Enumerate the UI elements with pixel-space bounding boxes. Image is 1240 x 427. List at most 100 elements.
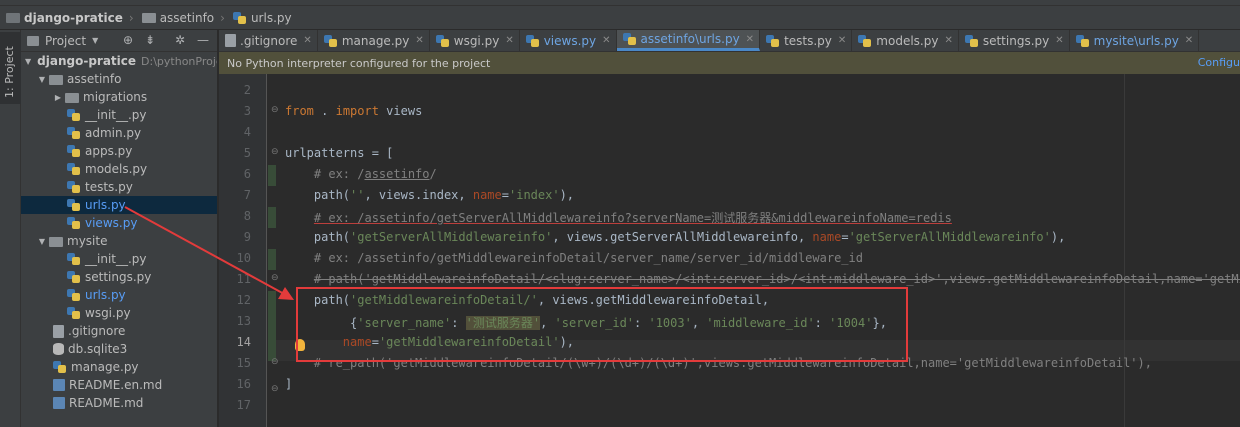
database-file-icon <box>53 343 64 355</box>
tree-item-init[interactable]: __init__.py <box>21 106 217 124</box>
tab-gitignore[interactable]: .gitignore ✕ <box>219 30 318 51</box>
tree-item-label: .gitignore <box>68 324 126 338</box>
tree-item-label: db.sqlite3 <box>68 342 128 356</box>
tree-item-label: wsgi.py <box>85 306 131 320</box>
python-file-icon <box>622 33 637 45</box>
line-number: 7 <box>243 188 251 202</box>
tree-item-label: apps.py <box>85 144 133 158</box>
tree-item-mysite-urls[interactable]: urls.py <box>21 286 217 304</box>
tab-label: .gitignore <box>240 33 298 48</box>
comment-token: assetinfo <box>364 167 430 181</box>
fold-icon[interactable]: ⊖ <box>271 384 279 394</box>
locate-icon[interactable]: ⊕ <box>123 33 133 47</box>
expand-arrow-icon[interactable]: ▼ <box>25 57 31 66</box>
string-token: 'getServerAllMiddlewareinfo' <box>350 230 553 244</box>
tab-tests[interactable]: tests.py ✕ <box>760 30 853 51</box>
tree-item-urls-selected[interactable]: urls.py <box>21 196 217 214</box>
fold-icon[interactable]: ⊖ <box>271 357 279 367</box>
tree-item-gitignore[interactable]: .gitignore <box>21 322 217 340</box>
tab-assetinfo-urls[interactable]: assetinfo\urls.py ✕ <box>616 30 761 51</box>
tree-item-readme-en[interactable]: README.en.md <box>21 376 217 394</box>
tree-item-label: README.en.md <box>69 378 163 392</box>
folder-icon <box>49 74 63 85</box>
code-token: ), <box>559 188 575 202</box>
code-token: . <box>313 104 336 118</box>
collapse-all-icon[interactable]: ⇟ <box>145 33 155 47</box>
editor-tabs: .gitignore ✕ manage.py ✕ wsgi.py ✕ views… <box>219 30 1240 52</box>
fold-icon[interactable]: ⊖ <box>271 105 279 115</box>
tree-item-label: mysite <box>67 234 108 248</box>
expand-arrow-icon[interactable]: ▼ <box>37 237 47 246</box>
expand-arrow-icon[interactable]: ▼ <box>37 75 47 84</box>
tab-manage[interactable]: manage.py ✕ <box>318 30 430 51</box>
python-file-icon <box>67 109 81 121</box>
tab-models[interactable]: models.py ✕ <box>852 30 959 51</box>
breadcrumb-folder[interactable]: assetinfo <box>160 11 214 25</box>
markdown-file-icon <box>53 397 65 409</box>
python-file-icon <box>232 11 247 24</box>
breadcrumb-file[interactable]: urls.py <box>251 11 292 25</box>
tree-item-manage[interactable]: manage.py <box>21 358 217 376</box>
code-line-3: from . import views <box>285 104 422 118</box>
tree-item-views[interactable]: views.py <box>21 214 217 232</box>
tool-window-stripe: 1: Project <box>0 30 21 427</box>
tab-wsgi[interactable]: wsgi.py ✕ <box>430 30 520 51</box>
tree-item-apps[interactable]: apps.py <box>21 142 217 160</box>
close-icon[interactable]: ✕ <box>1055 35 1063 46</box>
hide-icon[interactable]: — <box>197 33 209 47</box>
close-icon[interactable]: ✕ <box>944 35 952 46</box>
tree-item-project-root[interactable]: ▼ django-pratice D:\pythonProje <box>21 52 218 70</box>
tree-item-wsgi[interactable]: wsgi.py <box>21 304 217 322</box>
tab-label: manage.py <box>341 33 410 48</box>
tab-mysite-urls[interactable]: mysite\urls.py ✕ <box>1070 30 1200 51</box>
code-token: = <box>841 230 849 244</box>
code-editor[interactable]: ⊖ ⊖ ⊖ ⊖ ⊖ 2 3 4 5 6 7 8 9 10 11 12 13 14… <box>219 74 1240 427</box>
line-number: 8 <box>243 209 251 223</box>
tab-views[interactable]: views.py ✕ <box>520 30 617 51</box>
gear-icon[interactable]: ✲ <box>175 33 185 47</box>
tree-item-readme[interactable]: README.md <box>21 394 217 412</box>
configure-link[interactable]: Configu <box>1198 56 1240 69</box>
close-icon[interactable]: ✕ <box>1185 35 1193 46</box>
python-file-icon <box>858 34 872 47</box>
close-icon[interactable]: ✕ <box>838 35 846 46</box>
tree-item-mysite-init[interactable]: __init__.py <box>21 250 217 268</box>
close-icon[interactable]: ✕ <box>602 35 610 46</box>
tree-item-assetinfo[interactable]: ▼ assetinfo <box>21 70 217 88</box>
line-number: 15 <box>236 356 251 370</box>
tree-item-settings[interactable]: settings.py <box>21 268 217 286</box>
project-tool-tab[interactable]: 1: Project <box>0 32 21 104</box>
close-icon[interactable]: ✕ <box>415 35 423 46</box>
code-token: ), <box>1050 230 1066 244</box>
close-icon[interactable]: ✕ <box>505 35 513 46</box>
chevron-right-icon: › <box>220 10 225 25</box>
dropdown-arrow-icon[interactable]: ▼ <box>92 36 98 45</box>
tab-settings[interactable]: settings.py ✕ <box>959 30 1070 51</box>
tree-item-tests[interactable]: tests.py <box>21 178 217 196</box>
tree-item-migrations[interactable]: ▶ migrations <box>21 88 217 106</box>
tree-item-models[interactable]: models.py <box>21 160 217 178</box>
python-file-icon <box>53 361 67 373</box>
breadcrumb-project[interactable]: django-pratice <box>24 11 123 25</box>
tab-label: mysite\urls.py <box>1093 33 1179 48</box>
project-path: D:\pythonProje <box>141 54 218 68</box>
tree-item-mysite[interactable]: ▼ mysite <box>21 232 217 250</box>
close-icon[interactable]: ✕ <box>303 35 311 46</box>
code-token: path( <box>313 188 351 202</box>
code-token: , views.getServerAllMiddlewareinfo, <box>552 230 813 244</box>
tree-item-admin[interactable]: admin.py <box>21 124 217 142</box>
tree-item-db[interactable]: db.sqlite3 <box>21 340 217 358</box>
project-view-selector[interactable]: Project <box>45 34 86 48</box>
collapsed-arrow-icon[interactable]: ▶ <box>53 93 63 102</box>
tab-label: tests.py <box>784 33 832 48</box>
interpreter-warning-banner: No Python interpreter configured for the… <box>219 52 1240 74</box>
fold-icon[interactable]: ⊖ <box>271 273 279 283</box>
tree-item-label: __init__.py <box>85 108 147 122</box>
comment-token: / <box>429 167 437 181</box>
tree-item-label: README.md <box>69 396 144 410</box>
close-icon[interactable]: ✕ <box>746 34 754 45</box>
comment-token: # ex: /assetinfo/getServerAllMiddlewarei… <box>313 211 952 225</box>
vcs-change-marker <box>268 207 276 228</box>
fold-icon[interactable]: ⊖ <box>271 147 279 157</box>
tree-item-label: views.py <box>85 216 138 230</box>
